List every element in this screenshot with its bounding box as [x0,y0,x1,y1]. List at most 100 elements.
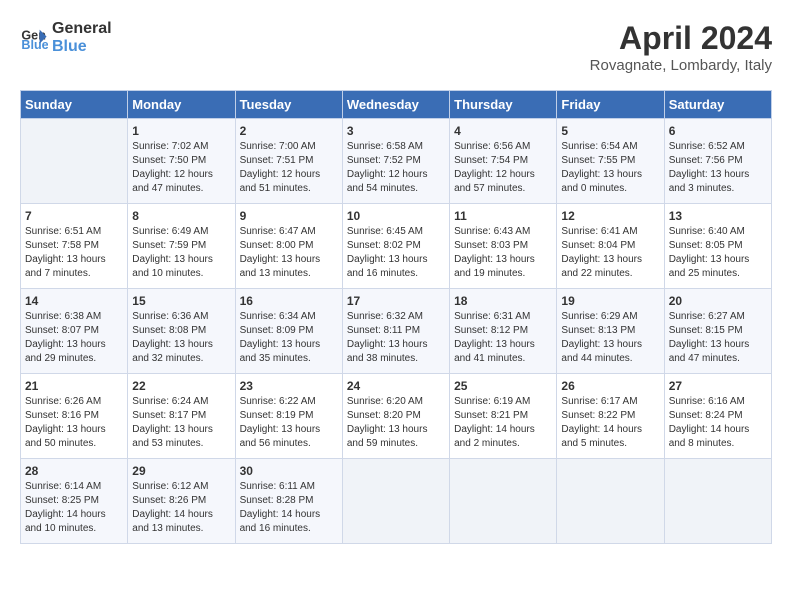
day-number: 13 [669,209,767,223]
day-number: 28 [25,464,123,478]
day-info: Sunrise: 6:32 AMSunset: 8:11 PMDaylight:… [347,310,445,366]
day-number: 4 [454,124,552,138]
calendar-cell: 9Sunrise: 6:47 AMSunset: 8:00 PMDaylight… [235,204,342,289]
weekday-row: SundayMondayTuesdayWednesdayThursdayFrid… [21,91,772,119]
day-number: 17 [347,294,445,308]
logo-text: General Blue [52,20,112,55]
month-title: April 2024 [590,20,772,57]
calendar-cell [342,459,449,544]
day-number: 8 [132,209,230,223]
calendar-cell: 17 Sunrise: 6:32 AMSunset: 8:11 PMDayligh… [342,289,449,374]
day-number: 18 [454,294,552,308]
day-number: 5 [561,124,659,138]
calendar-cell: 19 Sunrise: 6:29 AMSunset: 8:13 PMDayligh… [557,289,664,374]
location: Rovagnate, Lombardy, Italy [590,57,772,74]
day-info: Sunrise: 6:20 AMSunset: 8:20 PMDaylight:… [347,395,445,451]
page-header: Gen Blue General Blue April 2024 Rovagna… [20,20,772,74]
day-number: 14 [25,294,123,308]
calendar-cell: 18 Sunrise: 6:31 AMSunset: 8:12 PMDayligh… [450,289,557,374]
day-info: Sunrise: 6:17 AMSunset: 8:22 PMDaylight:… [561,395,659,451]
day-info: Sunrise: 6:54 AMSunset: 7:55 PMDaylight:… [561,140,659,196]
day-number: 24 [347,379,445,393]
day-info: Sunrise: 6:41 AMSunset: 8:04 PMDaylight:… [561,225,659,281]
calendar-cell: 12 Sunrise: 6:41 AMSunset: 8:04 PMDayligh… [557,204,664,289]
day-info: Sunrise: 6:16 AMSunset: 8:24 PMDaylight:… [669,395,767,451]
day-info: Sunrise: 6:31 AMSunset: 8:12 PMDaylight:… [454,310,552,366]
day-info: Sunrise: 6:22 AMSunset: 8:19 PMDaylight:… [240,395,338,451]
calendar-cell: 30Sunrise: 6:11 AMSunset: 8:28 PMDayligh… [235,459,342,544]
weekday-header-friday: Friday [557,91,664,119]
day-info: Sunrise: 7:00 AMSunset: 7:51 PMDaylight:… [240,140,338,196]
calendar-cell [664,459,771,544]
calendar-cell: 27 Sunrise: 6:16 AMSunset: 8:24 PMDayligh… [664,374,771,459]
calendar-cell: 28 Sunrise: 6:14 AMSunset: 8:25 PMDayligh… [21,459,128,544]
day-info: Sunrise: 6:12 AMSunset: 8:26 PMDaylight:… [132,480,230,536]
calendar-cell: 2 Sunrise: 7:00 AMSunset: 7:51 PMDaylight… [235,119,342,204]
logo: Gen Blue General Blue [20,20,112,55]
day-number: 27 [669,379,767,393]
day-info: Sunrise: 6:34 AMSunset: 8:09 PMDaylight:… [240,310,338,366]
calendar-cell: 8Sunrise: 6:49 AMSunset: 7:59 PMDaylight… [128,204,235,289]
calendar-cell: 14 Sunrise: 6:38 AMSunset: 8:07 PMDayligh… [21,289,128,374]
day-info: Sunrise: 6:56 AMSunset: 7:54 PMDaylight:… [454,140,552,196]
week-row-4: 21Sunrise: 6:26 AMSunset: 8:16 PMDayligh… [21,374,772,459]
weekday-header-sunday: Sunday [21,91,128,119]
calendar-cell [557,459,664,544]
day-info: Sunrise: 6:26 AMSunset: 8:16 PMDaylight:… [25,395,123,451]
calendar-cell: 13 Sunrise: 6:40 AMSunset: 8:05 PMDayligh… [664,204,771,289]
svg-text:Blue: Blue [21,38,48,52]
day-number: 16 [240,294,338,308]
calendar-cell: 1Sunrise: 7:02 AMSunset: 7:50 PMDaylight… [128,119,235,204]
calendar-cell: 20 Sunrise: 6:27 AMSunset: 8:15 PMDayligh… [664,289,771,374]
weekday-header-monday: Monday [128,91,235,119]
day-number: 20 [669,294,767,308]
day-info: Sunrise: 6:45 AMSunset: 8:02 PMDaylight:… [347,225,445,281]
day-number: 22 [132,379,230,393]
calendar-cell [450,459,557,544]
day-number: 26 [561,379,659,393]
calendar-cell: 21Sunrise: 6:26 AMSunset: 8:16 PMDayligh… [21,374,128,459]
calendar-cell: 16 Sunrise: 6:34 AMSunset: 8:09 PMDayligh… [235,289,342,374]
calendar-cell: 25Sunrise: 6:19 AMSunset: 8:21 PMDayligh… [450,374,557,459]
day-number: 29 [132,464,230,478]
day-number: 10 [347,209,445,223]
day-info: Sunrise: 6:27 AMSunset: 8:15 PMDaylight:… [669,310,767,366]
day-number: 3 [347,124,445,138]
day-number: 12 [561,209,659,223]
day-number: 2 [240,124,338,138]
calendar-cell: 23Sunrise: 6:22 AMSunset: 8:19 PMDayligh… [235,374,342,459]
calendar-cell: 26 Sunrise: 6:17 AMSunset: 8:22 PMDayligh… [557,374,664,459]
day-info: Sunrise: 6:52 AMSunset: 7:56 PMDaylight:… [669,140,767,196]
week-row-5: 28 Sunrise: 6:14 AMSunset: 8:25 PMDayligh… [21,459,772,544]
day-number: 19 [561,294,659,308]
day-info: Sunrise: 6:40 AMSunset: 8:05 PMDaylight:… [669,225,767,281]
week-row-3: 14 Sunrise: 6:38 AMSunset: 8:07 PMDayligh… [21,289,772,374]
day-info: Sunrise: 7:02 AMSunset: 7:50 PMDaylight:… [132,140,230,196]
week-row-2: 7Sunrise: 6:51 AMSunset: 7:58 PMDaylight… [21,204,772,289]
day-info: Sunrise: 6:29 AMSunset: 8:13 PMDaylight:… [561,310,659,366]
weekday-header-saturday: Saturday [664,91,771,119]
day-info: Sunrise: 6:24 AMSunset: 8:17 PMDaylight:… [132,395,230,451]
day-info: Sunrise: 6:36 AMSunset: 8:08 PMDaylight:… [132,310,230,366]
day-info: Sunrise: 6:58 AMSunset: 7:52 PMDaylight:… [347,140,445,196]
calendar-cell: 7Sunrise: 6:51 AMSunset: 7:58 PMDaylight… [21,204,128,289]
calendar-header: SundayMondayTuesdayWednesdayThursdayFrid… [21,91,772,119]
day-info: Sunrise: 6:38 AMSunset: 8:07 PMDaylight:… [25,310,123,366]
calendar-cell: 6 Sunrise: 6:52 AMSunset: 7:56 PMDaylight… [664,119,771,204]
day-number: 15 [132,294,230,308]
day-info: Sunrise: 6:14 AMSunset: 8:25 PMDaylight:… [25,480,123,536]
day-number: 7 [25,209,123,223]
day-number: 6 [669,124,767,138]
calendar-cell: 4 Sunrise: 6:56 AMSunset: 7:54 PMDaylight… [450,119,557,204]
week-row-1: 1Sunrise: 7:02 AMSunset: 7:50 PMDaylight… [21,119,772,204]
calendar-cell: 22 Sunrise: 6:24 AMSunset: 8:17 PMDayligh… [128,374,235,459]
logo-icon: Gen Blue [20,24,48,52]
day-info: Sunrise: 6:19 AMSunset: 8:21 PMDaylight:… [454,395,552,451]
calendar-cell: 24 Sunrise: 6:20 AMSunset: 8:20 PMDayligh… [342,374,449,459]
weekday-header-wednesday: Wednesday [342,91,449,119]
weekday-header-tuesday: Tuesday [235,91,342,119]
calendar-cell: 29 Sunrise: 6:12 AMSunset: 8:26 PMDayligh… [128,459,235,544]
title-block: April 2024 Rovagnate, Lombardy, Italy [590,20,772,74]
calendar-cell: 15 Sunrise: 6:36 AMSunset: 8:08 PMDayligh… [128,289,235,374]
calendar-cell: 3 Sunrise: 6:58 AMSunset: 7:52 PMDaylight… [342,119,449,204]
